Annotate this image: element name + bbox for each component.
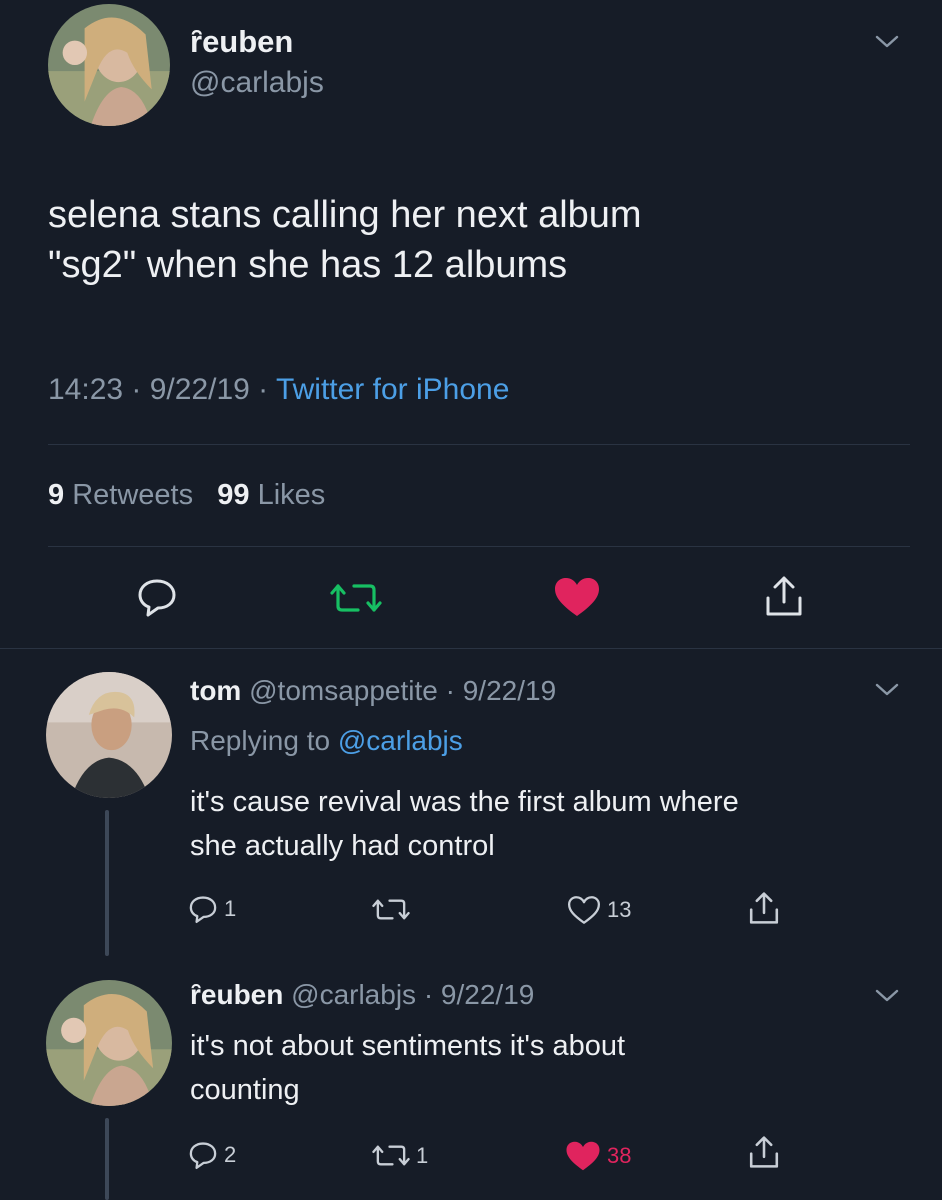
avatar-reuben[interactable] — [48, 4, 170, 126]
author-display-name[interactable]: ȓeuben — [190, 24, 293, 60]
like-count: 38 — [607, 1143, 632, 1168]
retweets-label: Retweets — [72, 479, 194, 511]
share-button[interactable] — [748, 890, 780, 926]
heart-icon — [567, 896, 601, 924]
heart-icon — [555, 578, 599, 616]
divider — [48, 546, 910, 547]
retweets-stat[interactable]: 9 Retweets — [48, 479, 193, 511]
reply-button[interactable] — [136, 577, 178, 617]
share-button[interactable] — [748, 1134, 780, 1170]
retweet-button[interactable] — [330, 580, 382, 616]
retweet-button[interactable] — [372, 896, 416, 923]
reply-text-line-2: counting — [190, 1074, 300, 1106]
share-icon — [749, 1136, 779, 1168]
reply-text: it's cause revival was the first album w… — [190, 780, 910, 868]
divider — [0, 648, 942, 649]
reply-text-line-2: she actually had control — [190, 830, 495, 862]
share-icon — [749, 892, 779, 924]
like-button[interactable] — [553, 576, 601, 618]
thread-line — [105, 1118, 109, 1200]
reply-text-line-1: it's cause revival was the first album w… — [190, 786, 739, 818]
reply-icon — [189, 896, 217, 923]
reply-text: it's not about sentiments it's about cou… — [190, 1024, 910, 1112]
likes-label: Likes — [257, 479, 326, 511]
heart-icon — [566, 1141, 600, 1171]
reply-text-line-1: it's not about sentiments it's about — [190, 1030, 626, 1062]
replying-to-handle[interactable]: @carlabjs — [338, 725, 463, 756]
reply-button[interactable]: 2 — [188, 1140, 236, 1170]
reply-icon — [189, 1142, 217, 1169]
author-handle[interactable]: @carlabjs — [190, 66, 324, 100]
reply-count: 1 — [224, 896, 237, 921]
tweet-text-line-1: selena stans calling her next album — [48, 194, 642, 236]
likes-count: 99 — [217, 479, 250, 511]
retweets-count: 9 — [48, 479, 65, 511]
share-button[interactable] — [764, 574, 804, 618]
likes-stat[interactable]: 99 Likes — [217, 479, 325, 511]
tweet-timestamp: 14:23 · 9/22/19 · — [48, 373, 269, 406]
tweet-stats: 9 Retweets 99 Likes — [48, 478, 325, 512]
retweet-button[interactable]: 1 — [372, 1142, 428, 1169]
reply-author-name[interactable]: tom — [190, 675, 241, 706]
retweet-icon — [330, 584, 382, 612]
reply-author-name[interactable]: ȓeuben — [190, 979, 283, 1010]
divider — [48, 444, 910, 445]
tweet-meta: 14:23 · 9/22/19 · Twitter for iPhone — [48, 373, 509, 407]
reply-handle-date[interactable]: @tomsappetite · 9/22/19 — [249, 675, 556, 706]
like-count: 13 — [607, 897, 632, 922]
reply-handle-date[interactable]: @carlabjs · 9/22/19 — [291, 979, 534, 1010]
reply-button[interactable]: 1 — [188, 894, 236, 924]
tweet-text-line-2: "sg2" when she has 12 albums — [48, 244, 568, 286]
reply-icon — [138, 579, 176, 617]
chevron-down-icon[interactable] — [872, 986, 902, 1006]
like-button[interactable]: 38 — [565, 1140, 631, 1172]
replying-to-label: Replying to — [190, 725, 331, 756]
share-icon — [766, 576, 802, 616]
reply-header: ȓeuben @carlabjs · 9/22/19 — [190, 978, 534, 1012]
chevron-down-icon[interactable] — [872, 680, 902, 700]
replying-to: Replying to @carlabjs — [190, 724, 463, 758]
avatar-tom[interactable] — [46, 672, 172, 798]
chevron-down-icon[interactable] — [872, 32, 902, 52]
reply-header: tom @tomsappetite · 9/22/19 — [190, 674, 556, 708]
retweet-icon — [372, 1145, 410, 1166]
avatar-reuben[interactable] — [46, 980, 172, 1106]
reply-count: 2 — [224, 1142, 237, 1167]
tweet-text: selena stans calling her next album "sg2… — [48, 190, 908, 290]
tweet-source-link[interactable]: Twitter for iPhone — [276, 373, 509, 406]
thread-line — [105, 810, 109, 956]
retweet-count: 1 — [416, 1142, 429, 1168]
retweet-icon — [372, 899, 410, 920]
like-button[interactable]: 13 — [567, 895, 631, 925]
